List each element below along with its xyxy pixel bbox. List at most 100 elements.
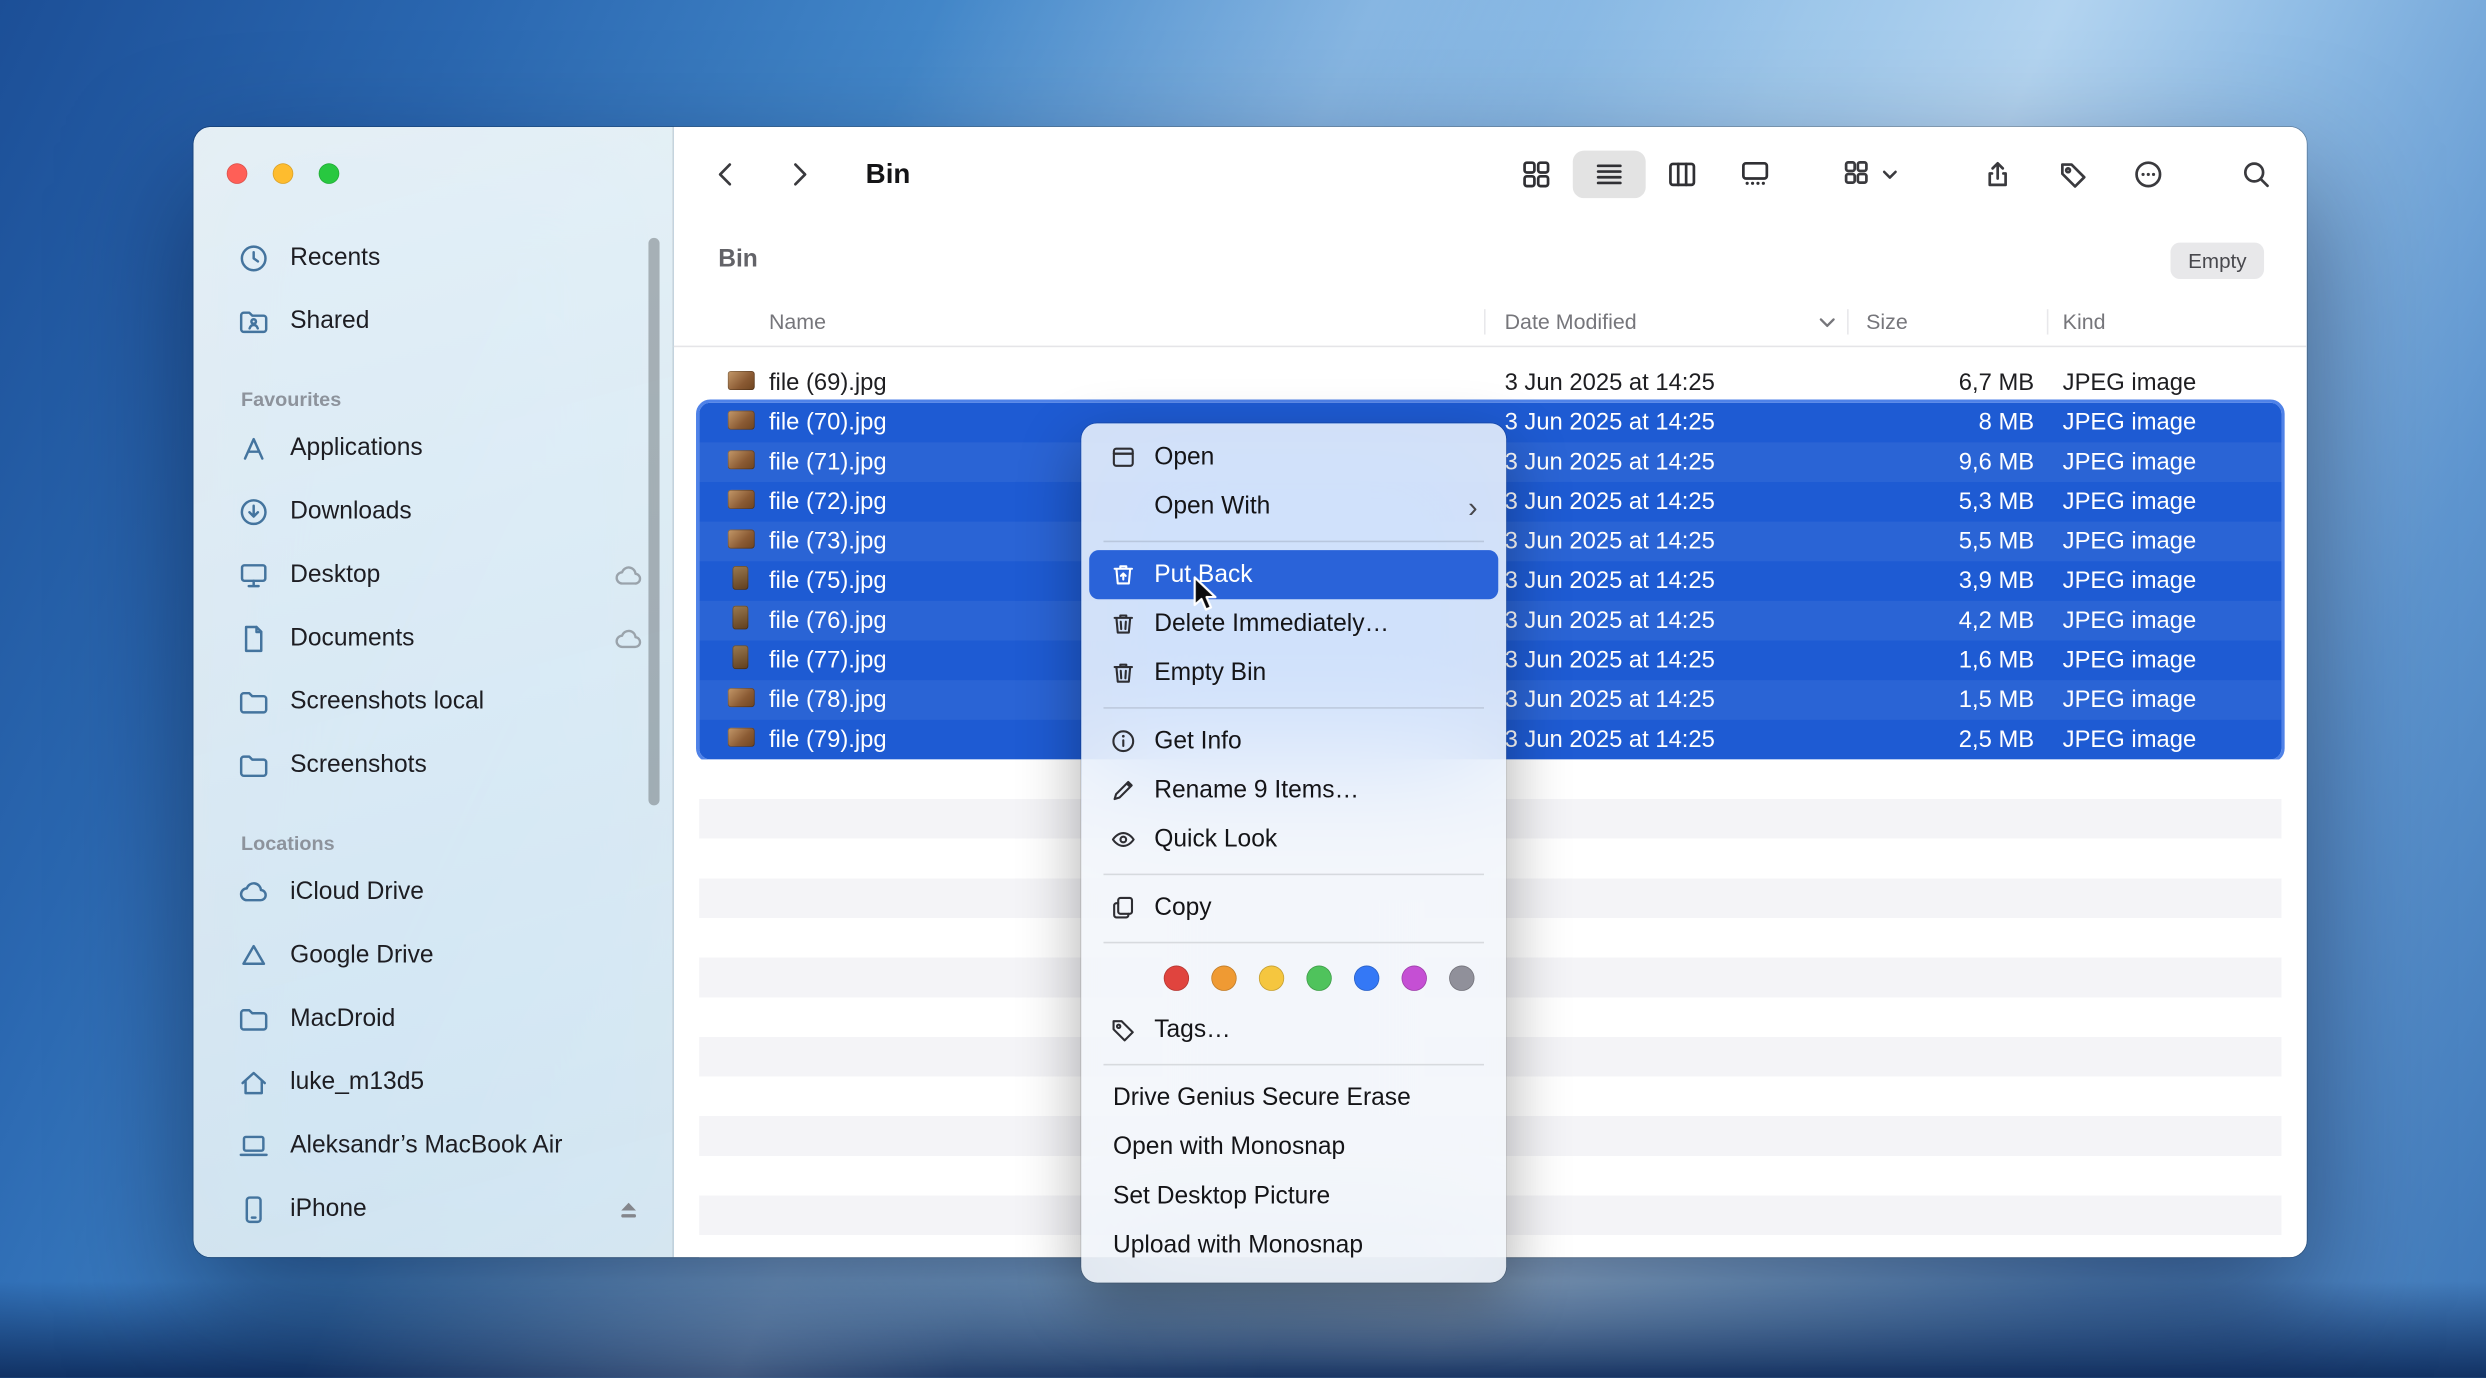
minimize-button[interactable] bbox=[273, 163, 294, 184]
home-icon bbox=[238, 1067, 270, 1099]
file-size: 3,9 MB bbox=[1885, 568, 2034, 595]
file-kind: JPEG image bbox=[2034, 568, 2281, 595]
forward-button[interactable] bbox=[774, 149, 825, 200]
tag-icon bbox=[2058, 159, 2090, 191]
sidebar-item-label: Shared bbox=[290, 308, 369, 337]
column-divider bbox=[2047, 309, 2049, 334]
gallery-view-button[interactable] bbox=[1719, 151, 1792, 199]
tag-color-yellow[interactable] bbox=[1259, 966, 1284, 991]
close-button[interactable] bbox=[227, 163, 248, 184]
tag-color-grey[interactable] bbox=[1449, 966, 1474, 991]
sidebar-item-shared[interactable]: Shared bbox=[193, 290, 672, 353]
tag-color-blue[interactable] bbox=[1354, 966, 1379, 991]
empty-bin-button[interactable]: Empty bbox=[2171, 242, 2264, 278]
phone-icon bbox=[238, 1194, 270, 1226]
tag-button[interactable] bbox=[2048, 149, 2099, 200]
sidebar-item-label: Google Drive bbox=[290, 942, 433, 971]
menu-item-open-with[interactable]: Open With› bbox=[1089, 482, 1498, 531]
sidebar-item-google-drive[interactable]: Google Drive bbox=[193, 924, 672, 987]
sidebar-item-documents[interactable]: Documents bbox=[193, 607, 672, 670]
column-view-button[interactable] bbox=[1646, 151, 1719, 199]
grid-view-icon bbox=[1520, 159, 1552, 191]
sidebar-item-label: MacDroid bbox=[290, 1005, 395, 1034]
menu-item-label: Open bbox=[1154, 443, 1214, 472]
menu-item-upload-with-monosnap[interactable]: Upload with Monosnap bbox=[1089, 1221, 1498, 1270]
laptop-icon bbox=[238, 1130, 270, 1162]
menu-item-quick-look[interactable]: Quick Look bbox=[1089, 815, 1498, 864]
folder-icon bbox=[238, 687, 270, 719]
menu-item-tags[interactable]: Tags… bbox=[1089, 1005, 1498, 1054]
sidebar-scrollbar[interactable] bbox=[648, 238, 659, 806]
file-date-modified: 3 Jun 2025 at 14:25 bbox=[1505, 568, 1886, 595]
menu-separator bbox=[1103, 706, 1484, 708]
menu-item-put-back[interactable]: Put Back bbox=[1089, 550, 1498, 599]
info-icon bbox=[1110, 728, 1137, 755]
file-size: 6,7 MB bbox=[1885, 369, 2034, 396]
tag-color-green[interactable] bbox=[1306, 966, 1331, 991]
group-button[interactable] bbox=[1825, 149, 1914, 200]
file-thumbnail-icon bbox=[732, 566, 748, 590]
menu-item-open-with-monosnap[interactable]: Open with Monosnap bbox=[1089, 1123, 1498, 1172]
menu-item-label: Quick Look bbox=[1154, 825, 1277, 854]
sidebar-item-desktop[interactable]: Desktop bbox=[193, 544, 672, 607]
file-date-modified: 3 Jun 2025 at 14:25 bbox=[1505, 449, 1886, 476]
context-menu: Open Open With› Put BackDelete Immediately… bbox=[1081, 423, 1506, 1282]
column-header-name[interactable]: Name bbox=[769, 310, 826, 334]
group-icon bbox=[1842, 159, 1874, 191]
applications-icon bbox=[238, 433, 270, 465]
sidebar-item-recents[interactable]: Recents bbox=[193, 227, 672, 290]
file-date-modified: 3 Jun 2025 at 14:25 bbox=[1505, 726, 1886, 753]
sidebar-item-icloud-drive[interactable]: iCloud Drive bbox=[193, 861, 672, 924]
sidebar-item-applications[interactable]: Applications bbox=[193, 417, 672, 480]
tag-color-red[interactable] bbox=[1164, 966, 1189, 991]
menu-item-open[interactable]: Open bbox=[1089, 433, 1498, 482]
file-thumbnail-icon bbox=[728, 450, 755, 469]
sidebar-item-luke-m13d5[interactable]: luke_m13d5 bbox=[193, 1051, 672, 1114]
menu-item-rename-9-items[interactable]: Rename 9 Items… bbox=[1089, 766, 1498, 815]
rename-icon bbox=[1110, 777, 1137, 804]
sidebar-item-downloads[interactable]: Downloads bbox=[193, 480, 672, 543]
icon-view-button[interactable] bbox=[1500, 151, 1573, 199]
file-date-modified: 3 Jun 2025 at 14:25 bbox=[1505, 647, 1886, 674]
sidebar-item-macdroid[interactable]: MacDroid bbox=[193, 988, 672, 1051]
file-row-file-69-jpg[interactable]: file (69).jpg3 Jun 2025 at 14:256,7 MBJP… bbox=[699, 363, 2281, 403]
sort-descending-icon[interactable] bbox=[1819, 317, 1836, 328]
submenu-arrow-icon: › bbox=[1468, 492, 1482, 521]
file-name: file (69).jpg bbox=[769, 369, 1505, 396]
more-button[interactable] bbox=[2123, 149, 2174, 200]
menu-item-get-info[interactable]: Get Info bbox=[1089, 717, 1498, 766]
menu-item-label: Tags… bbox=[1154, 1015, 1230, 1044]
menu-item-copy[interactable]: Copy bbox=[1089, 883, 1498, 932]
column-header-kind[interactable]: Kind bbox=[2063, 310, 2106, 334]
sidebar-item-screenshots-local[interactable]: Screenshots local bbox=[193, 671, 672, 734]
list-view-button[interactable] bbox=[1573, 151, 1646, 199]
cloud-icon bbox=[614, 624, 644, 654]
menu-item-label: Upload with Monosnap bbox=[1113, 1231, 1363, 1260]
back-button[interactable] bbox=[701, 149, 752, 200]
menu-item-drive-genius-secure-erase[interactable]: Drive Genius Secure Erase bbox=[1089, 1073, 1498, 1122]
sidebar-item-aleksandr-s-macbook-air[interactable]: Aleksandr’s MacBook Air bbox=[193, 1115, 672, 1178]
search-button[interactable] bbox=[2231, 149, 2282, 200]
sidebar-item-screenshots[interactable]: Screenshots bbox=[193, 734, 672, 797]
menu-item-label: Empty Bin bbox=[1154, 659, 1266, 688]
downloads-icon bbox=[238, 496, 270, 528]
zoom-button[interactable] bbox=[319, 163, 340, 184]
trash-icon bbox=[1110, 660, 1137, 687]
column-header-date-modified[interactable]: Date Modified bbox=[1505, 310, 1637, 334]
file-date-modified: 3 Jun 2025 at 14:25 bbox=[1505, 488, 1886, 515]
sidebar-item-iphone[interactable]: iPhone bbox=[193, 1178, 672, 1241]
share-button[interactable] bbox=[1972, 149, 2023, 200]
menu-item-empty-bin[interactable]: Empty Bin bbox=[1089, 648, 1498, 697]
menu-item-delete-immediately[interactable]: Delete Immediately… bbox=[1089, 599, 1498, 648]
menu-item-label: Set Desktop Picture bbox=[1113, 1182, 1330, 1211]
column-header-size[interactable]: Size bbox=[1866, 310, 1908, 334]
sidebar-item-label: Downloads bbox=[290, 498, 412, 527]
mouse-cursor-icon bbox=[1189, 574, 1221, 615]
desktop-icon bbox=[238, 560, 270, 592]
menu-item-set-desktop-picture[interactable]: Set Desktop Picture bbox=[1089, 1172, 1498, 1221]
file-kind: JPEG image bbox=[2034, 687, 2281, 714]
view-switcher bbox=[1500, 151, 1792, 199]
tag-color-purple[interactable] bbox=[1402, 966, 1427, 991]
sidebar-section-header-favourites: Favourites bbox=[193, 382, 672, 417]
tag-color-orange[interactable] bbox=[1211, 966, 1236, 991]
